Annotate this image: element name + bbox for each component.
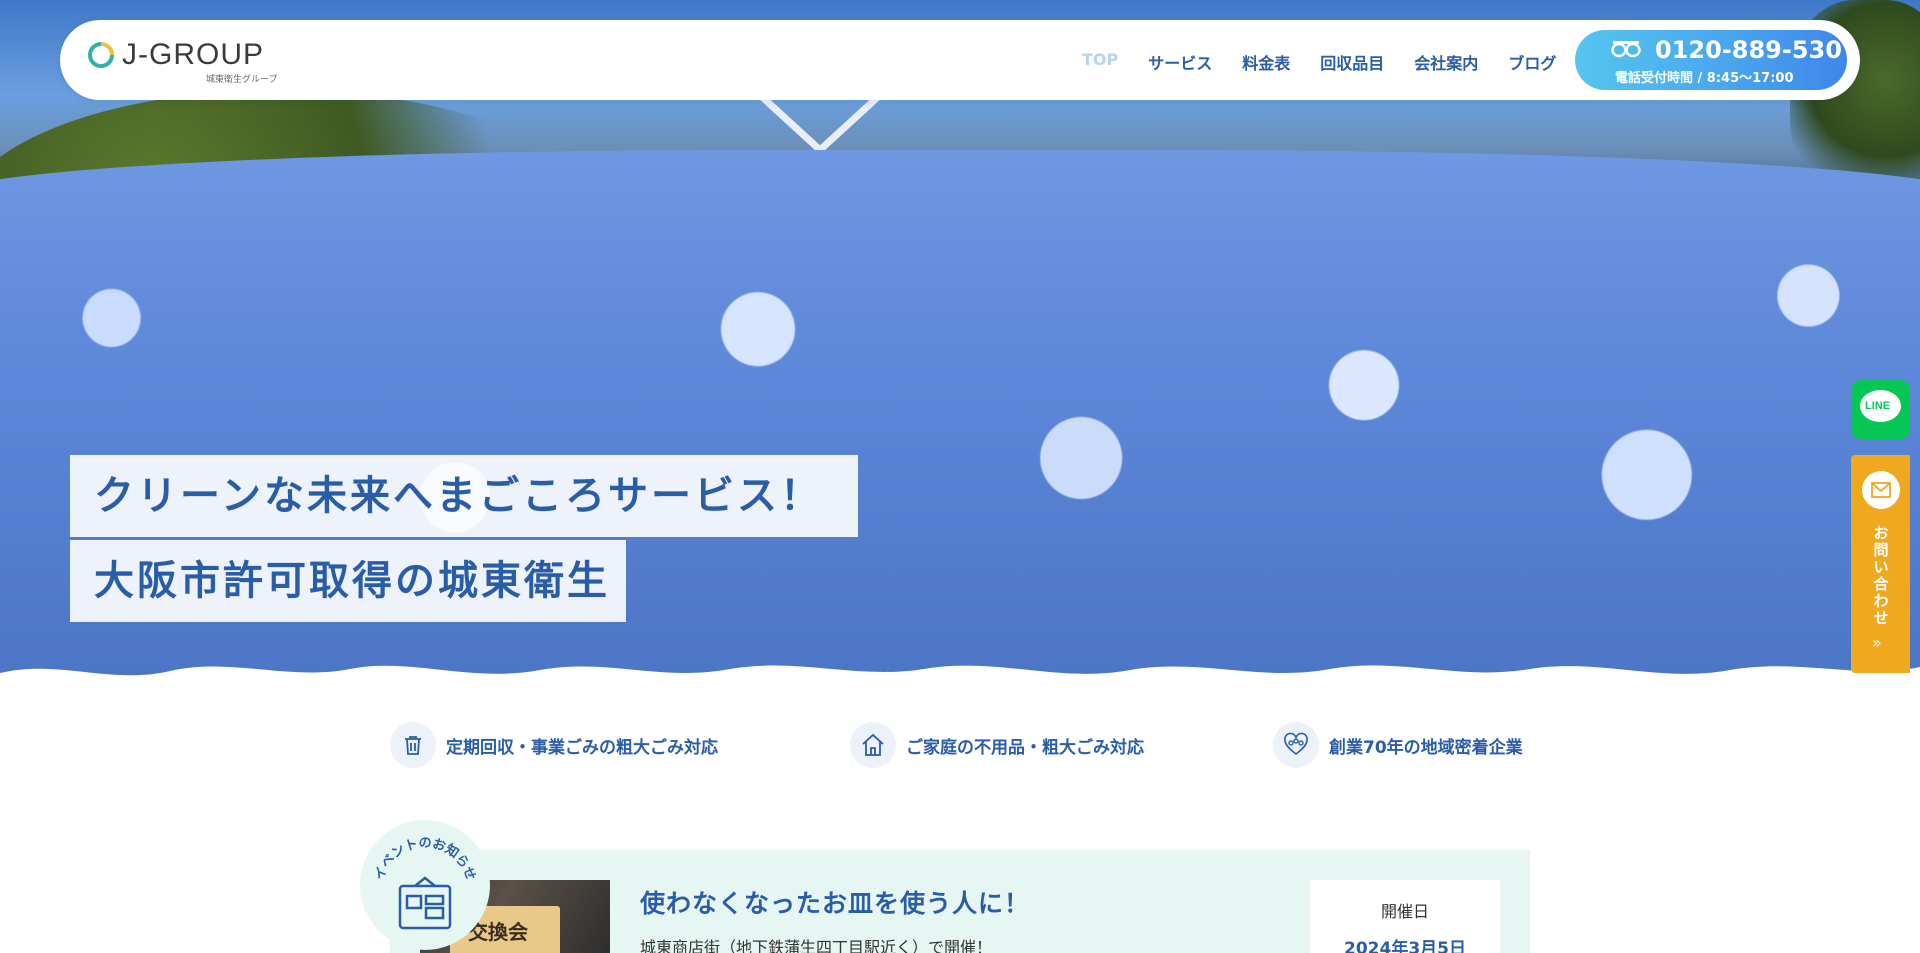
logo-text: J-GROUP xyxy=(122,38,264,71)
event-badge: イベントのお知らせ xyxy=(360,820,490,950)
phone-button[interactable]: 0120-889-530 電話受付時間 / 8:45〜17:00 xyxy=(1575,30,1847,90)
feature-label: 創業70年の地域密着企業 xyxy=(1329,737,1523,758)
main-nav: TOP サービス 料金表 回収品目 会社案内 ブログ xyxy=(1082,50,1586,73)
feature-label: 定期回収・事業ごみの粗大ごみ対応 xyxy=(446,737,718,758)
feature-label: ご家庭の不用品・粗大ごみ対応 xyxy=(906,737,1144,758)
nav-item-top[interactable]: TOP xyxy=(1082,50,1118,72)
house-icon xyxy=(850,722,896,768)
event-badge-label: イベントのお知らせ xyxy=(372,836,478,882)
event-date-box: 開催日 2024年3月5日 xyxy=(1310,880,1500,953)
logo[interactable]: J-GROUP 城東衛生グループ xyxy=(88,38,288,85)
freedial-icon xyxy=(1611,41,1641,58)
calendar-board-icon xyxy=(398,876,452,930)
nav-item-company[interactable]: 会社案内 xyxy=(1414,50,1478,73)
line-label: LINE xyxy=(1865,400,1891,412)
logo-ring-icon xyxy=(88,42,114,68)
feature-list: 定期回収・事業ごみの粗大ごみ対応 ご家庭の不用品・粗大ごみ対応 創業70年の地域… xyxy=(390,722,1530,768)
feature-item-household: ご家庭の不用品・粗大ごみ対応 xyxy=(850,722,1144,768)
event-date-heading: 開催日 xyxy=(1380,902,1429,921)
event-card[interactable]: 交換会 使わなくなったお皿を使う人に！ 城東商店街（地下鉄蒲生四丁目駅近く）で開… xyxy=(390,850,1530,953)
event-title[interactable]: 使わなくなったお皿を使う人に！ xyxy=(640,884,1030,920)
svg-text:イベントのお知らせ: イベントのお知らせ xyxy=(372,836,478,882)
logo-subtext: 城東衛生グループ xyxy=(206,75,278,85)
contact-label: お問い合わせ xyxy=(1873,524,1889,627)
nav-item-items[interactable]: 回収品目 xyxy=(1320,50,1384,73)
feature-item-local-company: 創業70年の地域密着企業 xyxy=(1273,722,1523,768)
heart-people-icon xyxy=(1273,722,1319,768)
nav-item-price[interactable]: 料金表 xyxy=(1242,50,1290,73)
hero-catch-line-1: クリーンな未来へまごころサービス！ xyxy=(70,455,858,537)
nav-item-service[interactable]: サービス xyxy=(1148,50,1212,73)
phone-hours: 電話受付時間 / 8:45〜17:00 xyxy=(1615,71,1794,86)
feature-item-regular-collection: 定期回収・事業ごみの粗大ごみ対応 xyxy=(390,722,718,768)
event-date-value: 2024年3月5日 xyxy=(1344,939,1466,953)
trash-can-icon xyxy=(390,722,436,768)
event-description: 城東商店街（地下鉄蒲生四丁目駅近く）で開催！ xyxy=(640,938,993,953)
nav-item-blog[interactable]: ブログ xyxy=(1508,50,1556,73)
site-header: J-GROUP 城東衛生グループ TOP サービス 料金表 回収品目 会社案内 … xyxy=(60,20,1860,100)
chevron-double-right-icon: » xyxy=(1872,633,1882,652)
phone-number: 0120-889-530 xyxy=(1655,36,1842,64)
line-button[interactable]: LINE xyxy=(1851,380,1910,439)
hero-wave-divider xyxy=(0,665,1920,680)
line-icon: LINE xyxy=(1860,390,1901,422)
contact-button[interactable]: お問い合わせ » xyxy=(1851,455,1910,673)
hero-catch-line-2: 大阪市許可取得の城東衛生 xyxy=(70,540,626,622)
mail-icon xyxy=(1862,471,1900,509)
